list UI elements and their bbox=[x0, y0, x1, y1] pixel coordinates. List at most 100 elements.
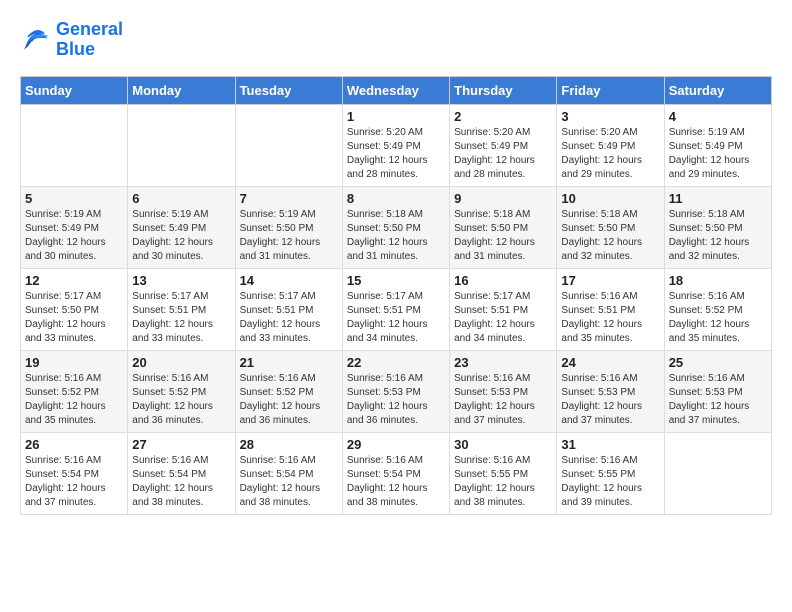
day-info: Sunrise: 5:17 AM Sunset: 5:51 PM Dayligh… bbox=[347, 290, 445, 346]
weekday-header-thursday: Thursday bbox=[450, 76, 557, 104]
calendar-week-row: 1Sunrise: 5:20 AM Sunset: 5:49 PM Daylig… bbox=[21, 104, 772, 186]
logo: General Blue bbox=[20, 20, 123, 60]
day-info: Sunrise: 5:17 AM Sunset: 5:51 PM Dayligh… bbox=[454, 290, 552, 346]
calendar-cell: 21Sunrise: 5:16 AM Sunset: 5:52 PM Dayli… bbox=[235, 350, 342, 432]
day-number: 12 bbox=[25, 273, 123, 288]
day-number: 8 bbox=[347, 191, 445, 206]
day-number: 5 bbox=[25, 191, 123, 206]
day-info: Sunrise: 5:17 AM Sunset: 5:51 PM Dayligh… bbox=[132, 290, 230, 346]
calendar-cell: 1Sunrise: 5:20 AM Sunset: 5:49 PM Daylig… bbox=[342, 104, 449, 186]
calendar-cell: 8 Sunrise: 5:18 AM Sunset: 5:50 PM Daylig… bbox=[342, 186, 449, 268]
weekday-header-saturday: Saturday bbox=[664, 76, 771, 104]
day-info: Sunrise: 5:19 AM Sunset: 5:49 PM Dayligh… bbox=[669, 126, 767, 182]
calendar-week-row: 5 Sunrise: 5:19 AM Sunset: 5:49 PM Daylig… bbox=[21, 186, 772, 268]
calendar-cell: 20Sunrise: 5:16 AM Sunset: 5:52 PM Dayli… bbox=[128, 350, 235, 432]
calendar-cell: 12 Sunrise: 5:17 AM Sunset: 5:50 PM Dayli… bbox=[21, 268, 128, 350]
weekday-header-monday: Monday bbox=[128, 76, 235, 104]
day-info: Sunrise: 5:16 AM Sunset: 5:53 PM Dayligh… bbox=[454, 372, 552, 428]
calendar-cell: 23 Sunrise: 5:16 AM Sunset: 5:53 PM Dayli… bbox=[450, 350, 557, 432]
calendar-cell: 18 Sunrise: 5:16 AM Sunset: 5:52 PM Dayli… bbox=[664, 268, 771, 350]
calendar-cell: 19Sunrise: 5:16 AM Sunset: 5:52 PM Dayli… bbox=[21, 350, 128, 432]
calendar-cell: 14 Sunrise: 5:17 AM Sunset: 5:51 PM Dayli… bbox=[235, 268, 342, 350]
calendar-cell: 7 Sunrise: 5:19 AM Sunset: 5:50 PM Daylig… bbox=[235, 186, 342, 268]
day-info: Sunrise: 5:16 AM Sunset: 5:54 PM Dayligh… bbox=[347, 454, 445, 510]
day-number: 19 bbox=[25, 355, 123, 370]
calendar-cell: 3 Sunrise: 5:20 AM Sunset: 5:49 PM Daylig… bbox=[557, 104, 664, 186]
day-number: 4 bbox=[669, 109, 767, 124]
day-info: Sunrise: 5:19 AM Sunset: 5:49 PM Dayligh… bbox=[25, 208, 123, 264]
day-number: 27 bbox=[132, 437, 230, 452]
day-number: 30 bbox=[454, 437, 552, 452]
day-info: Sunrise: 5:18 AM Sunset: 5:50 PM Dayligh… bbox=[561, 208, 659, 264]
calendar-cell bbox=[235, 104, 342, 186]
calendar-cell: 17Sunrise: 5:16 AM Sunset: 5:51 PM Dayli… bbox=[557, 268, 664, 350]
day-info: Sunrise: 5:16 AM Sunset: 5:52 PM Dayligh… bbox=[669, 290, 767, 346]
day-info: Sunrise: 5:20 AM Sunset: 5:49 PM Dayligh… bbox=[454, 126, 552, 182]
day-info: Sunrise: 5:20 AM Sunset: 5:49 PM Dayligh… bbox=[347, 126, 445, 182]
weekday-header-row: SundayMondayTuesdayWednesdayThursdayFrid… bbox=[21, 76, 772, 104]
day-number: 28 bbox=[240, 437, 338, 452]
calendar-body: 1Sunrise: 5:20 AM Sunset: 5:49 PM Daylig… bbox=[21, 104, 772, 514]
day-info: Sunrise: 5:16 AM Sunset: 5:55 PM Dayligh… bbox=[561, 454, 659, 510]
day-number: 14 bbox=[240, 273, 338, 288]
calendar-cell: 9 Sunrise: 5:18 AM Sunset: 5:50 PM Daylig… bbox=[450, 186, 557, 268]
day-number: 6 bbox=[132, 191, 230, 206]
calendar-header: SundayMondayTuesdayWednesdayThursdayFrid… bbox=[21, 76, 772, 104]
day-info: Sunrise: 5:18 AM Sunset: 5:50 PM Dayligh… bbox=[669, 208, 767, 264]
day-number: 21 bbox=[240, 355, 338, 370]
calendar-cell: 11 Sunrise: 5:18 AM Sunset: 5:50 PM Dayli… bbox=[664, 186, 771, 268]
calendar-week-row: 12 Sunrise: 5:17 AM Sunset: 5:50 PM Dayli… bbox=[21, 268, 772, 350]
day-info: Sunrise: 5:17 AM Sunset: 5:50 PM Dayligh… bbox=[25, 290, 123, 346]
calendar-table: SundayMondayTuesdayWednesdayThursdayFrid… bbox=[20, 76, 772, 515]
calendar-cell: 2 Sunrise: 5:20 AM Sunset: 5:49 PM Daylig… bbox=[450, 104, 557, 186]
day-info: Sunrise: 5:16 AM Sunset: 5:53 PM Dayligh… bbox=[561, 372, 659, 428]
calendar-cell: 28 Sunrise: 5:16 AM Sunset: 5:54 PM Dayli… bbox=[235, 432, 342, 514]
weekday-header-tuesday: Tuesday bbox=[235, 76, 342, 104]
weekday-header-wednesday: Wednesday bbox=[342, 76, 449, 104]
day-info: Sunrise: 5:20 AM Sunset: 5:49 PM Dayligh… bbox=[561, 126, 659, 182]
calendar-cell: 27 Sunrise: 5:16 AM Sunset: 5:54 PM Dayli… bbox=[128, 432, 235, 514]
calendar-cell: 10 Sunrise: 5:18 AM Sunset: 5:50 PM Dayli… bbox=[557, 186, 664, 268]
day-number: 23 bbox=[454, 355, 552, 370]
day-number: 9 bbox=[454, 191, 552, 206]
day-info: Sunrise: 5:16 AM Sunset: 5:54 PM Dayligh… bbox=[132, 454, 230, 510]
calendar-cell: 6 Sunrise: 5:19 AM Sunset: 5:49 PM Daylig… bbox=[128, 186, 235, 268]
logo-icon bbox=[20, 24, 52, 56]
day-info: Sunrise: 5:16 AM Sunset: 5:53 PM Dayligh… bbox=[347, 372, 445, 428]
calendar-cell: 16 Sunrise: 5:17 AM Sunset: 5:51 PM Dayli… bbox=[450, 268, 557, 350]
day-info: Sunrise: 5:16 AM Sunset: 5:54 PM Dayligh… bbox=[25, 454, 123, 510]
calendar-week-row: 19 Sunrise: 5:16 AM Sunset: 5:52 PM Dayli… bbox=[21, 350, 772, 432]
day-number: 11 bbox=[669, 191, 767, 206]
calendar-cell: 26 Sunrise: 5:16 AM Sunset: 5:54 PM Dayli… bbox=[21, 432, 128, 514]
day-number: 16 bbox=[454, 273, 552, 288]
day-info: Sunrise: 5:17 AM Sunset: 5:51 PM Dayligh… bbox=[240, 290, 338, 346]
calendar-cell: 22Sunrise: 5:16 AM Sunset: 5:53 PM Dayli… bbox=[342, 350, 449, 432]
day-info: Sunrise: 5:18 AM Sunset: 5:50 PM Dayligh… bbox=[347, 208, 445, 264]
day-info: Sunrise: 5:16 AM Sunset: 5:52 PM Dayligh… bbox=[132, 372, 230, 428]
day-number: 2 bbox=[454, 109, 552, 124]
calendar-cell: 13 Sunrise: 5:17 AM Sunset: 5:51 PM Dayli… bbox=[128, 268, 235, 350]
day-number: 7 bbox=[240, 191, 338, 206]
day-number: 10 bbox=[561, 191, 659, 206]
day-info: Sunrise: 5:18 AM Sunset: 5:50 PM Dayligh… bbox=[454, 208, 552, 264]
calendar-cell: 30Sunrise: 5:16 AM Sunset: 5:55 PM Dayli… bbox=[450, 432, 557, 514]
calendar-cell: 15 Sunrise: 5:17 AM Sunset: 5:51 PM Dayli… bbox=[342, 268, 449, 350]
day-number: 24 bbox=[561, 355, 659, 370]
day-number: 3 bbox=[561, 109, 659, 124]
day-number: 26 bbox=[25, 437, 123, 452]
day-info: Sunrise: 5:16 AM Sunset: 5:54 PM Dayligh… bbox=[240, 454, 338, 510]
day-info: Sunrise: 5:19 AM Sunset: 5:49 PM Dayligh… bbox=[132, 208, 230, 264]
day-number: 13 bbox=[132, 273, 230, 288]
day-info: Sunrise: 5:19 AM Sunset: 5:50 PM Dayligh… bbox=[240, 208, 338, 264]
calendar-cell bbox=[664, 432, 771, 514]
day-info: Sunrise: 5:16 AM Sunset: 5:51 PM Dayligh… bbox=[561, 290, 659, 346]
day-number: 31 bbox=[561, 437, 659, 452]
day-number: 18 bbox=[669, 273, 767, 288]
calendar-cell bbox=[21, 104, 128, 186]
day-number: 15 bbox=[347, 273, 445, 288]
calendar-cell: 24 Sunrise: 5:16 AM Sunset: 5:53 PM Dayli… bbox=[557, 350, 664, 432]
logo-text: General Blue bbox=[56, 20, 123, 60]
weekday-header-friday: Friday bbox=[557, 76, 664, 104]
calendar-cell: 25Sunrise: 5:16 AM Sunset: 5:53 PM Dayli… bbox=[664, 350, 771, 432]
calendar-cell bbox=[128, 104, 235, 186]
